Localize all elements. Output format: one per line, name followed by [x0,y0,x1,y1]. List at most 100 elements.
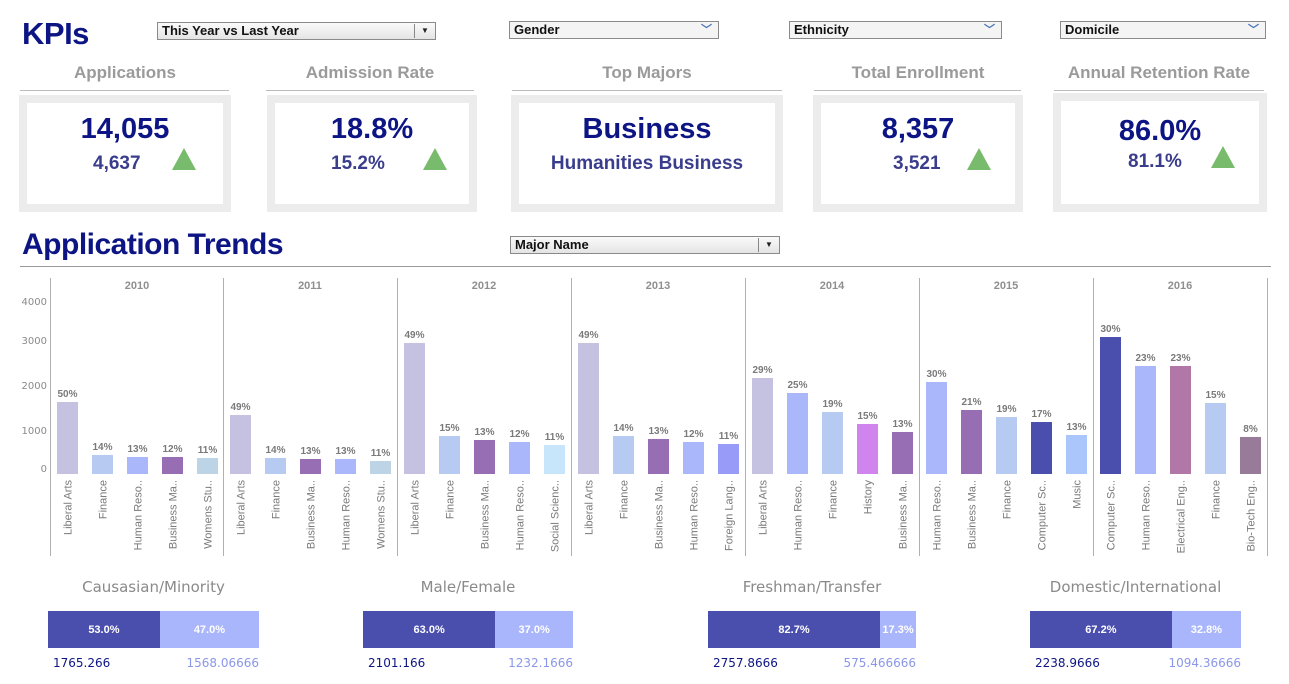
comparison-dropdown-value: This Year vs Last Year [162,23,299,38]
category-label: Music [1072,480,1084,509]
section-divider [20,266,1271,267]
y-tick-label: 1000 [22,426,47,437]
bar [1066,434,1087,474]
bar [197,457,218,474]
kpi-divider [266,90,474,91]
bar [787,393,808,474]
split-title: Domestic/International [1049,578,1222,596]
chevron-down-icon: ﹀ [984,24,995,36]
category-label: Finance [271,480,283,519]
bar [370,460,391,474]
kpi-label: Annual Retention Rate [1067,63,1251,82]
bar-data-label: 30% [1100,324,1120,335]
kpi-previous-value: 15.2% [331,153,385,174]
kpi-divider [814,90,1021,91]
y-tick-label: 0 [41,464,47,475]
category-label: Finance [98,480,110,519]
bar-data-label: 11% [198,445,218,456]
domicile-dropdown-value: Domicile [1065,22,1120,37]
bar-data-label: 25% [787,380,807,391]
bar [961,410,982,474]
bar-data-label: 29% [752,365,772,376]
bar-data-label: 15% [439,423,459,434]
bar-data-label: 12% [683,429,703,440]
bar [718,443,739,474]
bar-data-label: 12% [509,429,529,440]
bar [648,438,669,474]
gender-dropdown[interactable]: Gender ﹀ [509,21,719,39]
category-label: Liberal Arts [584,480,596,536]
bar-data-label: 11% [545,432,565,443]
category-label: Womens Stu.. [376,480,388,549]
bar [1100,337,1121,474]
category-label: Finance [445,480,457,519]
bar [1170,365,1191,474]
bar-data-label: 15% [857,411,877,422]
kpis-title: KPIs [22,16,89,51]
category-label: Finance [828,480,840,519]
trend-up-icon [1211,146,1235,168]
bar [57,402,78,474]
bar [1135,365,1156,474]
bar [752,377,773,474]
year-label: 2016 [1168,280,1192,292]
bar [892,431,913,474]
bar [474,439,495,474]
category-label: Social Scienc.. [550,480,562,552]
split-title: Freshman/Transfer [742,578,882,596]
application-trends-chart: 0 1000 2000 3000 4000 2010 50% Liberal Arts 14% F… [22,278,1268,556]
comparison-dropdown[interactable]: This Year vs Last Year ▼ [157,22,436,40]
bar [1240,436,1261,474]
category-label: Business Ma.. [654,480,666,549]
kpi-card: 18.8% 15.2% [267,95,477,212]
category-label: Computer Sc.. [1106,480,1118,550]
category-label: Business Ma.. [306,480,318,549]
domicile-dropdown[interactable]: Domicile ﹀ [1060,21,1266,39]
bar-data-label: 15% [1205,390,1225,401]
category-label: Human Reso.. [793,480,805,550]
category-label: Human Reso.. [1141,480,1153,550]
bar-data-label: 13% [474,427,494,438]
kpi-label: Total Enrollment [851,63,985,82]
bar-data-label: 50% [57,389,77,400]
category-label: Business Ma.. [967,480,979,549]
category-label: Liberal Arts [236,480,248,536]
bar-data-label: 30% [926,369,946,380]
split-secondary-segment: 32.8% [1171,611,1241,648]
category-label: Liberal Arts [63,480,75,536]
bar-data-label: 19% [822,399,842,410]
kpi-value: Business [582,113,712,145]
year-label: 2014 [820,280,845,292]
split-secondary-segment: 37.0% [495,611,573,648]
y-tick-label: 4000 [22,297,47,308]
bar-data-label: 13% [1066,422,1086,433]
bar-data-label: 23% [1170,353,1190,364]
bar [265,457,286,474]
bar-data-label: 23% [1135,353,1155,364]
category-label: Liberal Arts [758,480,770,536]
category-label: Human Reso.. [689,480,701,550]
bar-data-label: 14% [265,445,285,456]
bar-data-label: 13% [892,419,912,430]
split-secondary-segment: 17.3% [880,611,916,648]
trend-up-icon [967,148,991,170]
bar [1205,403,1226,474]
kpi-card: 14,055 4,637 [19,95,231,212]
bar-data-label: 14% [613,423,633,434]
bar-data-label: 11% [371,448,391,459]
split-secondary-segment: 47.0% [159,611,259,648]
trend-up-icon [172,148,196,170]
year-label: 2011 [298,280,322,292]
kpi-previous-value: 81.1% [1128,151,1182,172]
category-label: Human Reso.. [515,480,527,550]
bar-data-label: 17% [1031,409,1051,420]
kpi-value: 8,357 [881,113,955,145]
ethnicity-dropdown[interactable]: Ethnicity ﹀ [789,21,1002,39]
kpi-value: 86.0% [1118,115,1202,147]
kpi-card: Business Humanities Business [511,95,783,212]
dropdown-arrow-icon: ▼ [414,24,435,38]
major-name-dropdown[interactable]: Major Name ▼ [510,236,780,254]
category-label: Finance [1002,480,1014,519]
kpi-value: 18.8% [330,113,414,145]
category-label: Finance [619,480,631,519]
